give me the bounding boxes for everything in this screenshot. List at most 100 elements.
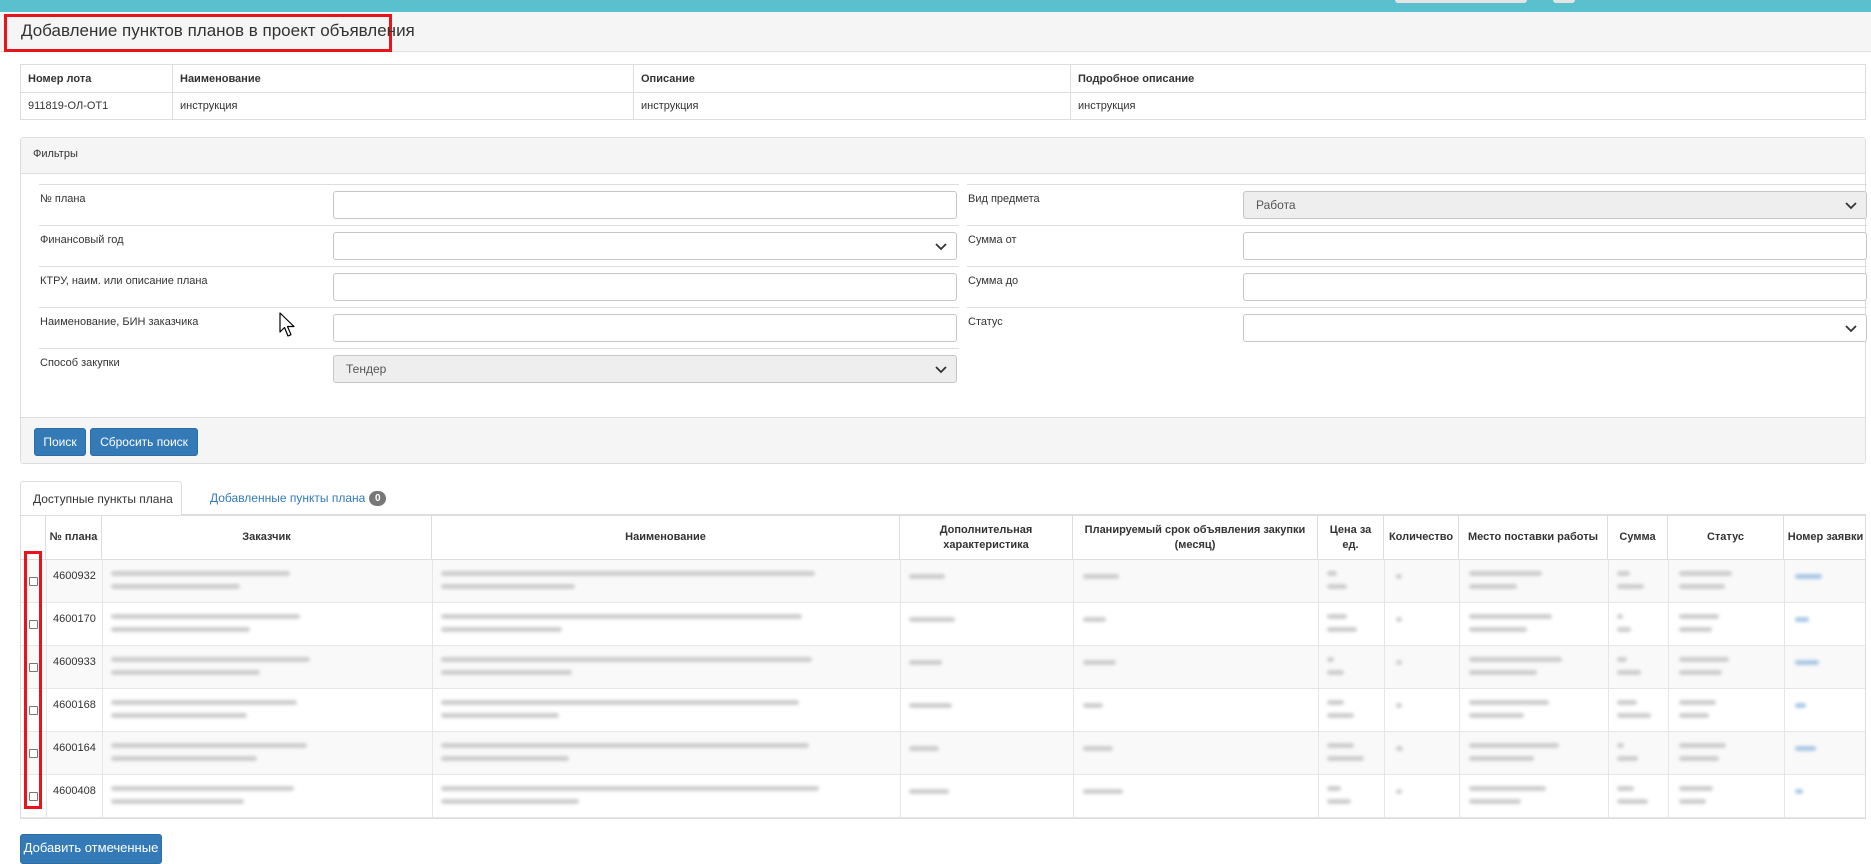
filter-label: Статус bbox=[968, 316, 1003, 328]
redacted-text bbox=[909, 574, 945, 579]
redacted-text bbox=[441, 584, 575, 589]
redacted-text bbox=[1679, 584, 1725, 589]
redacted-text bbox=[1617, 743, 1624, 748]
redacted-text bbox=[441, 571, 815, 576]
application-link-redacted[interactable] bbox=[1795, 746, 1816, 751]
redacted-text bbox=[441, 713, 559, 718]
header-button[interactable] bbox=[1395, 0, 1527, 3]
application-link-redacted[interactable] bbox=[1795, 789, 1803, 794]
reset-search-button[interactable]: Сбросить поиск bbox=[90, 428, 198, 456]
filter-label: Наименование, БИН заказчика bbox=[40, 316, 199, 328]
application-number-header: Номер заявки bbox=[1784, 516, 1865, 560]
table-row: 4600170 bbox=[21, 603, 1865, 646]
redacted-text bbox=[1469, 584, 1517, 589]
subject-type-select[interactable]: Работа bbox=[1243, 191, 1867, 219]
plan-number-cell: 4600932 bbox=[53, 570, 96, 582]
redacted-text bbox=[1469, 713, 1524, 718]
tab-available-items[interactable]: Доступные пункты плана bbox=[20, 481, 182, 516]
sum-to-input[interactable] bbox=[1243, 273, 1867, 301]
add-selected-button[interactable]: Добавить отмеченные bbox=[20, 834, 162, 864]
redacted-text bbox=[111, 743, 307, 748]
table-row: 4600932 bbox=[21, 560, 1865, 603]
chevron-down-icon bbox=[935, 366, 947, 374]
table-row: 4600408 bbox=[21, 775, 1865, 818]
redacted-text bbox=[1396, 703, 1402, 708]
redacted-text bbox=[1679, 743, 1726, 748]
redacted-text bbox=[1679, 571, 1732, 576]
redacted-text bbox=[1617, 584, 1644, 589]
redacted-text bbox=[1083, 703, 1103, 708]
redacted-text bbox=[1327, 627, 1357, 632]
redacted-text bbox=[441, 700, 799, 705]
filter-label: Финансовый год bbox=[40, 234, 124, 246]
sum-from-input[interactable] bbox=[1243, 232, 1867, 260]
application-link-redacted[interactable] bbox=[1795, 660, 1819, 665]
redacted-text bbox=[1617, 799, 1648, 804]
financial-year-select[interactable] bbox=[333, 232, 957, 260]
table-row: 4600164 bbox=[21, 732, 1865, 775]
redacted-text bbox=[1679, 756, 1719, 761]
filter-subject-type: Вид предмета Работа bbox=[967, 184, 1867, 225]
lot-number-header: Номер лота bbox=[20, 64, 173, 93]
filter-financial-year: Финансовый год bbox=[39, 225, 959, 266]
redacted-text bbox=[1617, 756, 1638, 761]
redacted-text bbox=[1617, 627, 1631, 632]
redacted-text bbox=[1469, 743, 1559, 748]
lot-description-cell: инструкция bbox=[633, 92, 1071, 120]
redacted-text bbox=[1396, 789, 1402, 794]
redacted-text bbox=[111, 756, 257, 761]
redacted-text bbox=[111, 713, 247, 718]
redacted-text bbox=[111, 571, 290, 576]
filter-label: Способ закупки bbox=[40, 357, 120, 369]
redacted-text bbox=[1327, 657, 1334, 662]
redacted-text bbox=[909, 746, 939, 751]
redacted-text bbox=[909, 617, 955, 622]
redacted-text bbox=[1083, 660, 1116, 665]
header-icon-button[interactable] bbox=[1553, 0, 1575, 3]
status-select[interactable] bbox=[1243, 314, 1867, 342]
redacted-text bbox=[441, 799, 579, 804]
redacted-text bbox=[1083, 746, 1113, 751]
redacted-text bbox=[1679, 614, 1719, 619]
chevron-down-icon bbox=[935, 243, 947, 251]
application-link-redacted[interactable] bbox=[1795, 574, 1822, 579]
procurement-method-select[interactable]: Тендер bbox=[333, 355, 957, 383]
redacted-text bbox=[1469, 700, 1549, 705]
search-button[interactable]: Поиск bbox=[34, 428, 86, 456]
tab-added-items[interactable]: Добавленные пункты плана 0 bbox=[198, 481, 398, 516]
plan-number-input[interactable] bbox=[333, 191, 957, 219]
chevron-down-icon bbox=[1845, 202, 1857, 210]
redacted-text bbox=[111, 786, 294, 791]
filter-customer: Наименование, БИН заказчика bbox=[39, 307, 959, 348]
redacted-text bbox=[1083, 789, 1123, 794]
ktru-input[interactable] bbox=[333, 273, 957, 301]
redacted-text bbox=[111, 670, 260, 675]
filters-heading: Фильтры bbox=[21, 138, 1865, 174]
table-row: 4600168 bbox=[21, 689, 1865, 732]
plan-number-cell: 4600168 bbox=[53, 699, 96, 711]
application-link-redacted[interactable] bbox=[1795, 617, 1809, 622]
redacted-text bbox=[1327, 670, 1344, 675]
redacted-text bbox=[1469, 756, 1534, 761]
redacted-text bbox=[1469, 657, 1562, 662]
customer-input[interactable] bbox=[333, 314, 957, 342]
application-link-redacted[interactable] bbox=[1795, 703, 1806, 708]
redacted-text bbox=[1679, 786, 1713, 791]
redacted-text bbox=[1617, 571, 1630, 576]
tab-label: Добавленные пункты плана bbox=[210, 491, 366, 505]
redacted-text bbox=[111, 627, 250, 632]
filters-footer: Поиск Сбросить поиск bbox=[21, 417, 1865, 463]
customer-header: Заказчик bbox=[102, 516, 432, 560]
table-row: 4600933 bbox=[21, 646, 1865, 689]
plan-number-header: № плана bbox=[46, 516, 102, 560]
redacted-text bbox=[1327, 713, 1354, 718]
filter-label: Сумма до bbox=[968, 275, 1019, 287]
plan-items-tabs: Доступные пункты плана Добавленные пункт… bbox=[20, 481, 1866, 516]
lot-info-table: Номер лота Наименование Описание Подробн… bbox=[20, 64, 1866, 120]
quantity-header: Количество bbox=[1384, 516, 1459, 560]
sum-header: Сумма bbox=[1608, 516, 1668, 560]
redacted-text bbox=[1469, 670, 1537, 675]
redacted-text bbox=[441, 657, 812, 662]
redacted-text bbox=[111, 614, 300, 619]
plan-number-cell: 4600408 bbox=[53, 785, 96, 797]
